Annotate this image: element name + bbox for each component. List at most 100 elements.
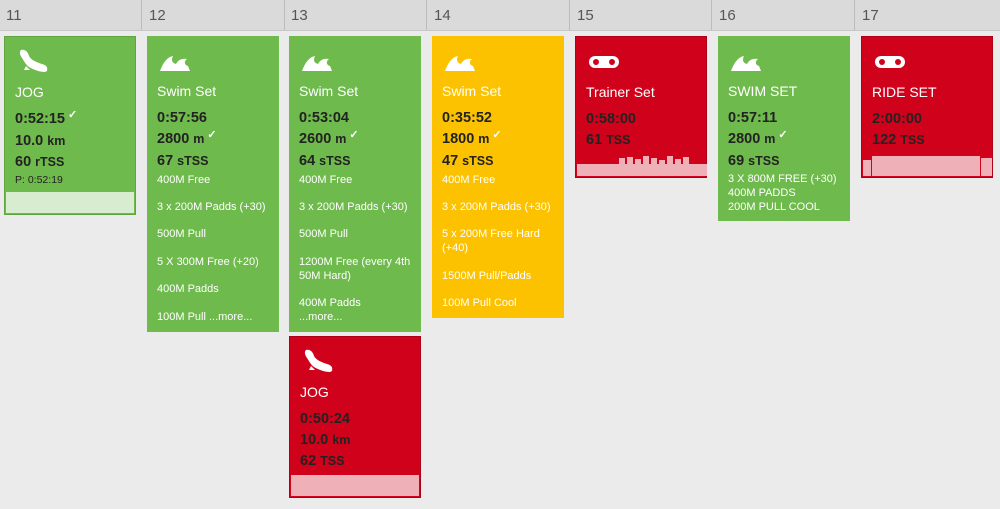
distance: 2600 [299, 131, 332, 147]
card-footer [6, 192, 134, 213]
workout-title: Swim Set [442, 83, 502, 99]
tss-unit: sTSS [462, 154, 494, 168]
tss-unit: TSS [606, 133, 631, 147]
tss-unit: sTSS [748, 154, 780, 168]
bike-chain-icon [875, 56, 905, 68]
column-divider [569, 0, 570, 30]
tss-unit: sTSS [319, 154, 351, 168]
duration: 0:57:56 [157, 110, 207, 126]
workout-line: 3 x 200M Padds (+30) [442, 201, 551, 213]
planned-duration: P: 0:52:19 [15, 174, 63, 186]
day-number: 17 [862, 7, 879, 24]
column-divider [426, 0, 427, 30]
running-shoe-icon [19, 49, 48, 72]
day-number: 11 [6, 7, 22, 24]
workout-card-jog[interactable]: JOG 0:52:15 ✓ 10.0 km 60 rTSS P: 0:52:19 [4, 36, 136, 215]
workout-card-bike[interactable]: Trainer Set 0:58:00 61 TSS [575, 36, 707, 178]
check-icon: ✓ [67, 109, 78, 121]
tss-unit: rTSS [35, 155, 65, 169]
workout-title: JOG [300, 384, 329, 400]
day-number: 16 [719, 7, 736, 24]
workout-line: 3 x 200M Padds (+30) [157, 201, 266, 213]
column-divider [141, 0, 142, 30]
workout-line: 400M Padds [157, 283, 219, 295]
workout-line-more[interactable]: 400M Padds ...more... [299, 296, 361, 324]
distance: 10.0 [300, 432, 329, 448]
workout-title: SWIM SET [728, 83, 798, 99]
tss: 47 [442, 153, 459, 169]
distance-unit: m [764, 132, 776, 146]
workout-line: 5 x 200M Free Hard (+40) [442, 228, 540, 254]
duration: 2:00:00 [872, 111, 922, 127]
tss-unit: TSS [320, 454, 345, 468]
running-shoe-icon [304, 349, 333, 372]
column-divider [284, 0, 285, 30]
workout-title: Trainer Set [586, 84, 655, 100]
workout-line: 100M Pull Cool [442, 297, 517, 309]
tss: 67 [157, 153, 174, 169]
distance: 2800 [157, 131, 190, 147]
column-divider [711, 0, 712, 30]
distance: 2800 [728, 131, 761, 147]
workout-card-jog[interactable]: JOG 0:50:24 10.0 km 62 TSS [289, 336, 421, 498]
day-number: 13 [291, 7, 308, 24]
duration: 0:53:04 [299, 110, 349, 126]
tss: 61 [586, 132, 603, 148]
workout-title: RIDE SET [872, 84, 937, 100]
workout-line: 500M Pull [299, 228, 348, 240]
tss-unit: TSS [900, 133, 925, 147]
workout-metrics: 0:57:11 2800 m ✓ 69 sTSS [728, 108, 788, 172]
wave-icon [445, 56, 475, 71]
workout-card-swim[interactable]: Swim Set 0:53:04 2600 m ✓ 64 sTSS 400M Fr… [289, 36, 421, 332]
duration: 0:57:11 [728, 110, 778, 126]
workout-description: 3 X 800M FREE (+30) 400M PADDS 200M PULL… [728, 173, 837, 213]
workout-metrics: 0:50:24 10.0 km 62 TSS [300, 409, 350, 472]
check-icon: ✓ [207, 129, 217, 141]
workout-metrics: 0:52:15 ✓ 10.0 km 60 rTSS [15, 109, 77, 173]
check-icon: ✓ [492, 129, 502, 141]
workout-card-swim[interactable]: SWIM SET 0:57:11 2800 m ✓ 69 sTSS 3 X 800… [718, 36, 850, 221]
day-number: 12 [149, 7, 166, 24]
workout-line: 500M Pull [157, 228, 206, 240]
workout-metrics: 0:35:52 1800 m ✓ 47 sTSS [442, 108, 502, 172]
workout-line: 400M Free [299, 174, 353, 186]
duration: 0:52:15 [15, 111, 65, 127]
workout-line: 1500M Pull/Padds [442, 270, 532, 282]
wave-icon [160, 56, 190, 71]
wave-icon [302, 56, 332, 71]
workout-metrics: 0:53:04 2600 m ✓ 64 sTSS [299, 108, 359, 172]
workout-title: Swim Set [299, 83, 359, 99]
tss: 69 [728, 153, 745, 169]
workout-metrics: 0:58:00 61 TSS [586, 109, 636, 151]
duration: 0:50:24 [300, 411, 350, 427]
workout-line: 5 X 300M Free (+20) [157, 256, 259, 268]
workout-line: 3 x 200M Padds (+30) [299, 201, 408, 213]
card-footer [291, 475, 419, 496]
workout-title: JOG [15, 84, 44, 100]
tss: 62 [300, 453, 317, 469]
power-profile-graph [577, 156, 707, 176]
calendar-header: 11 12 13 14 15 16 17 [0, 0, 1000, 31]
distance-unit: m [335, 132, 347, 146]
workout-card-swim[interactable]: Swim Set 0:35:52 1800 m ✓ 47 sTSS 400M Fr… [432, 36, 564, 318]
power-profile-graph [863, 156, 992, 176]
tss: 64 [299, 153, 316, 169]
workout-metrics: 2:00:00 122 TSS [872, 109, 925, 151]
workout-line: 400M Free [442, 174, 496, 186]
bike-chain-icon [589, 56, 619, 68]
workout-card-swim[interactable]: Swim Set 0:57:56 2800 m ✓ 67 sTSS 400M Fr… [147, 36, 279, 332]
day-number: 14 [434, 7, 451, 24]
distance-unit: km [47, 134, 66, 148]
wave-icon [731, 56, 761, 71]
workout-line: 1200M Free (every 4th 50M Hard) [299, 256, 411, 282]
tss-unit: sTSS [177, 154, 209, 168]
workout-line: 400M Free [157, 174, 211, 186]
workout-line-more[interactable]: 100M Pull ...more... [157, 310, 252, 324]
distance: 1800 [442, 131, 475, 147]
day-number: 15 [577, 7, 594, 24]
tss: 122 [872, 132, 897, 148]
check-icon: ✓ [349, 129, 359, 141]
workout-title: Swim Set [157, 83, 217, 99]
workout-card-bike[interactable]: RIDE SET 2:00:00 122 TSS [861, 36, 993, 178]
distance: 10.0 [15, 133, 44, 149]
